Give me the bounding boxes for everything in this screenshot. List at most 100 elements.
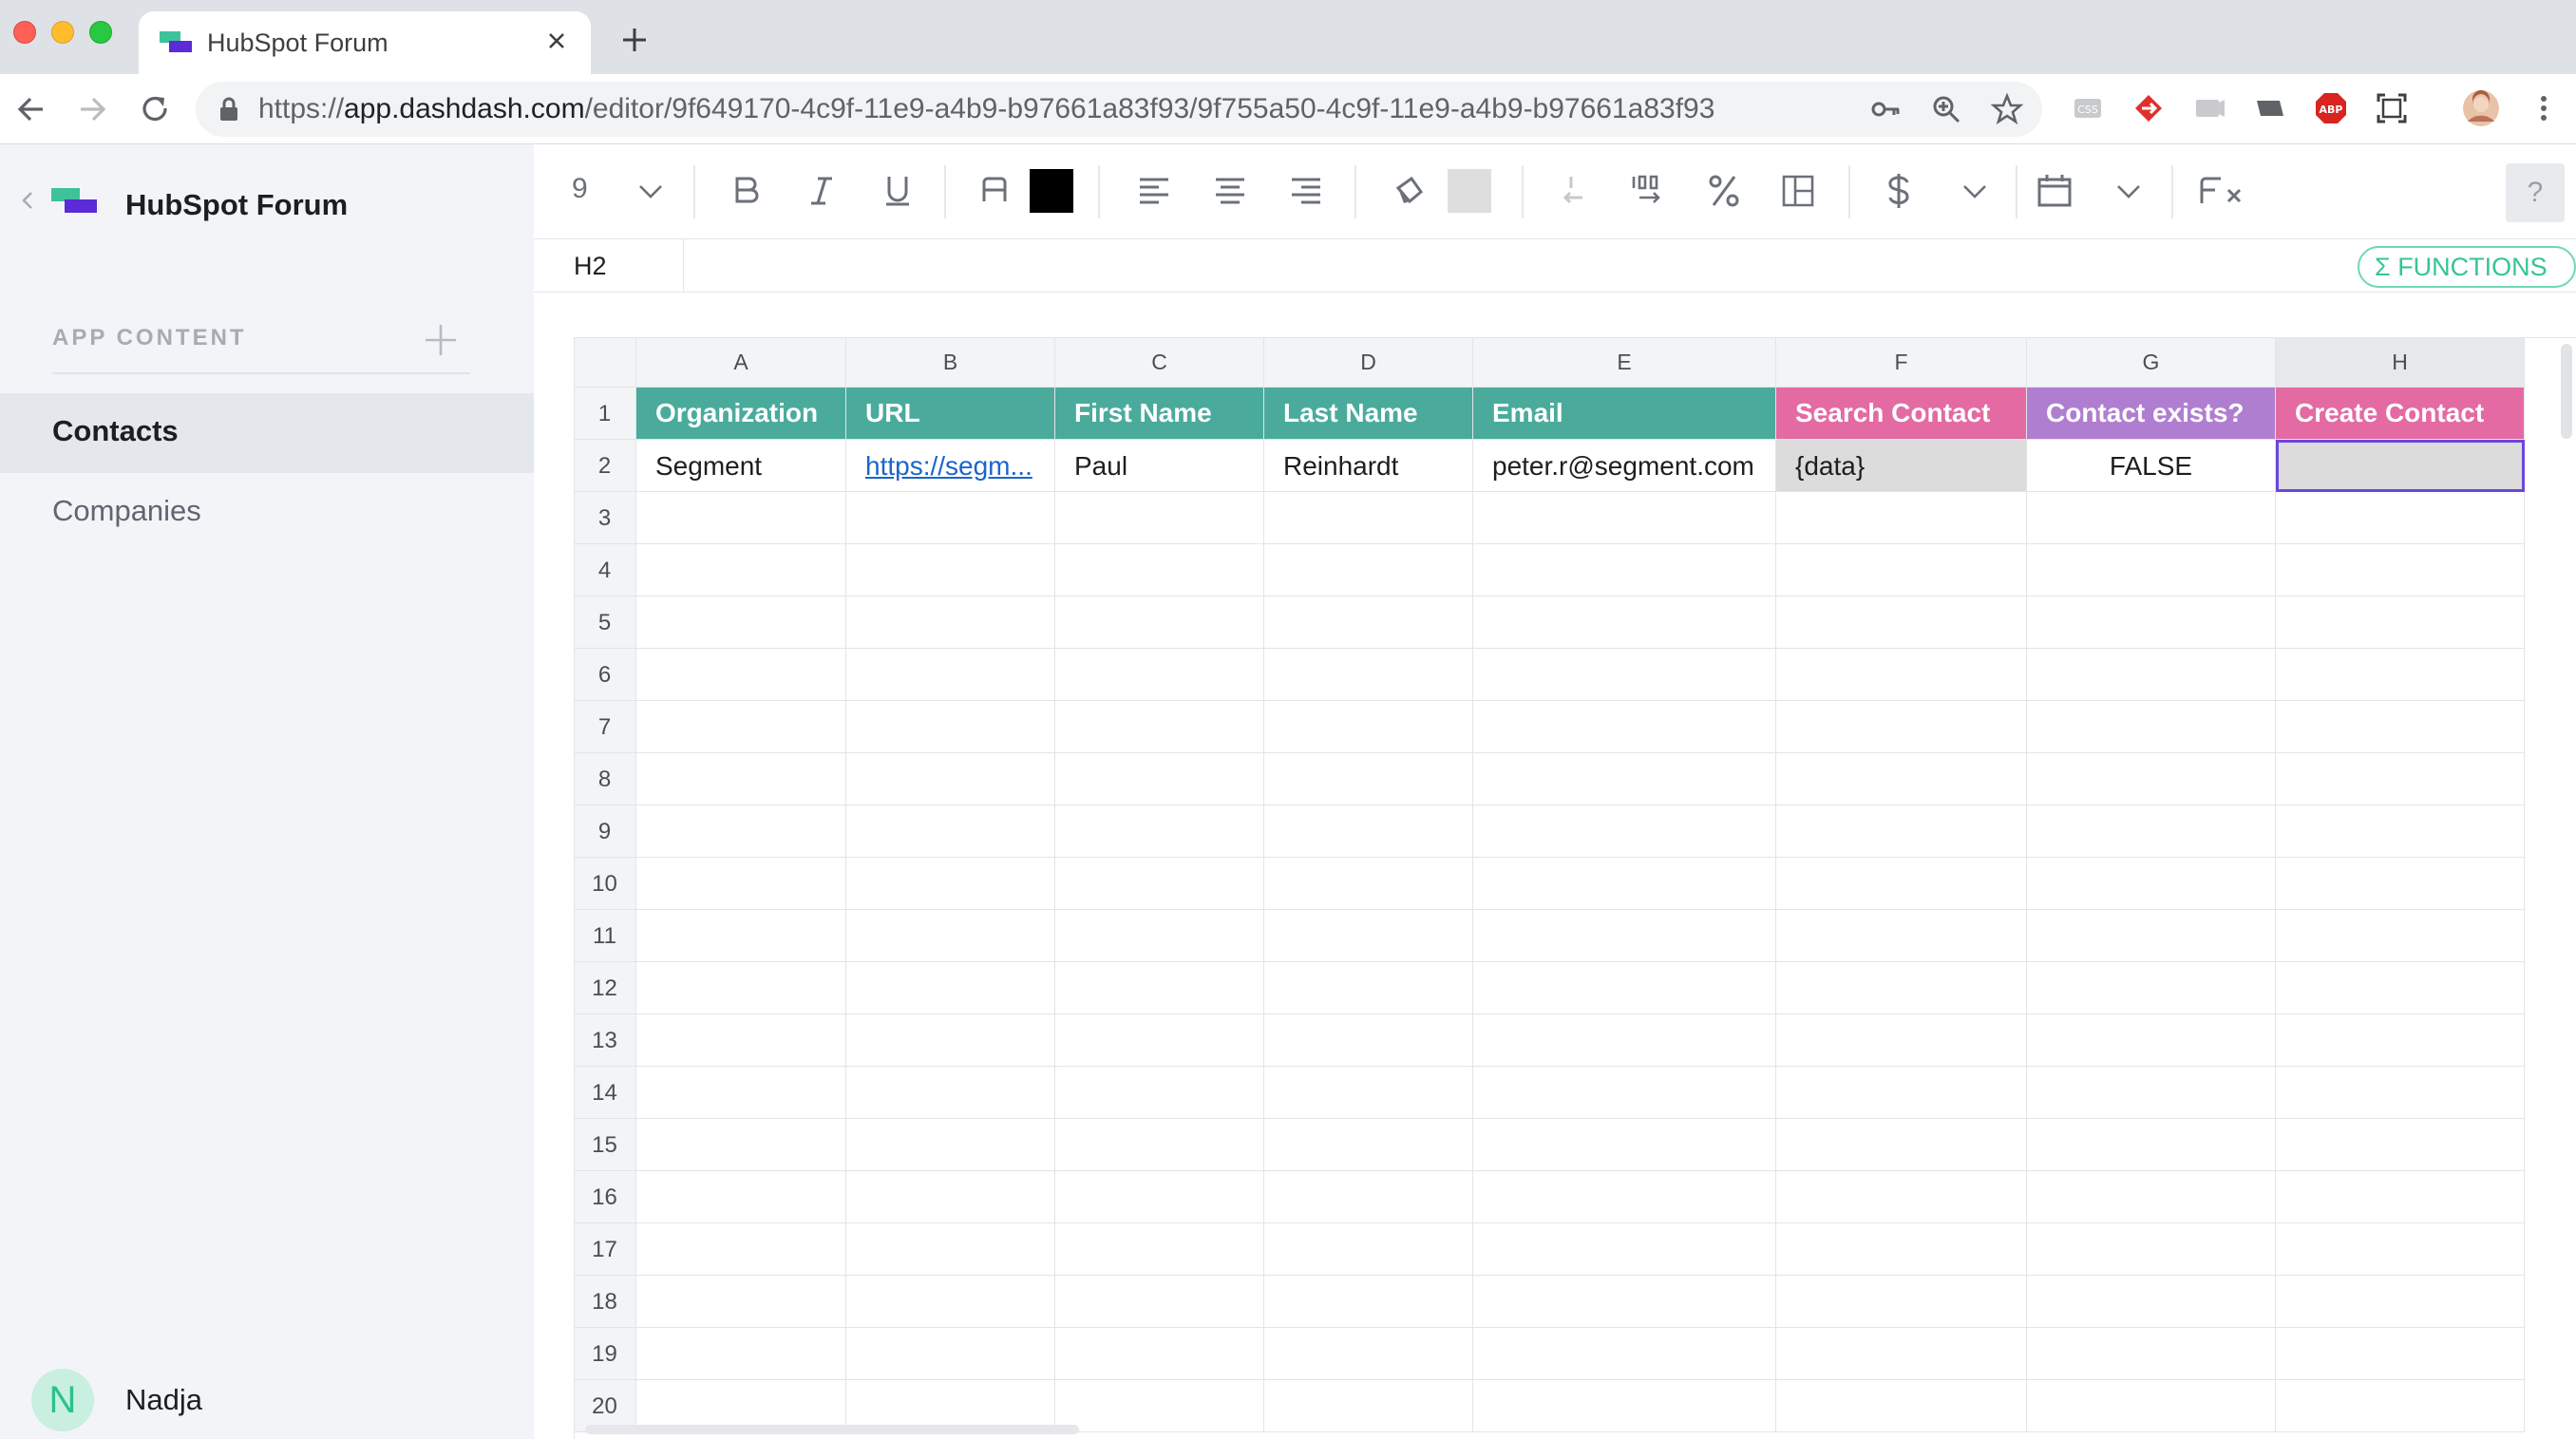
cell-a18[interactable] — [636, 1276, 846, 1328]
cell-f9[interactable] — [1776, 805, 2027, 858]
header-cell-f[interactable]: Search Contact — [1776, 388, 2027, 440]
address-bar[interactable]: https://app.dashdash.com/editor/9f649170… — [196, 82, 2042, 137]
underline-icon[interactable] — [876, 169, 919, 213]
column-header-c[interactable]: C — [1055, 337, 1264, 388]
cell-b10[interactable] — [846, 858, 1055, 910]
cell-c11[interactable] — [1055, 910, 1264, 962]
cell-e4[interactable] — [1473, 544, 1776, 596]
cell-h11[interactable] — [2276, 910, 2525, 962]
cell-b5[interactable] — [846, 596, 1055, 649]
cell-d16[interactable] — [1264, 1171, 1473, 1223]
cell-e17[interactable] — [1473, 1223, 1776, 1276]
cell-c5[interactable] — [1055, 596, 1264, 649]
row-header-4[interactable]: 4 — [574, 544, 636, 596]
font-size-value[interactable]: 9 — [572, 173, 588, 205]
browser-menu-icon[interactable] — [2527, 91, 2561, 125]
cell-e15[interactable] — [1473, 1119, 1776, 1171]
cell-a5[interactable] — [636, 596, 846, 649]
cell-a15[interactable] — [636, 1119, 846, 1171]
sidebar-item-companies[interactable]: Companies — [0, 473, 534, 553]
row-header-9[interactable]: 9 — [574, 805, 636, 858]
window-minimize-button[interactable] — [51, 21, 74, 44]
row-header-11[interactable]: 11 — [574, 910, 636, 962]
screenshot-extension-icon[interactable] — [2375, 91, 2409, 125]
cell-a13[interactable] — [636, 1014, 846, 1067]
cell-f12[interactable] — [1776, 962, 2027, 1014]
screen-extension-icon[interactable] — [2192, 91, 2226, 125]
chevron-down-icon[interactable] — [2107, 169, 2150, 213]
column-header-b[interactable]: B — [846, 337, 1055, 388]
cell-e11[interactable] — [1473, 910, 1776, 962]
cell-e18[interactable] — [1473, 1276, 1776, 1328]
cell-h6[interactable] — [2276, 649, 2525, 701]
cell-f15[interactable] — [1776, 1119, 2027, 1171]
row-header-6[interactable]: 6 — [574, 649, 636, 701]
cell-g11[interactable] — [2027, 910, 2276, 962]
cell-h20[interactable] — [2276, 1380, 2525, 1432]
cell-a6[interactable] — [636, 649, 846, 701]
cell-f20[interactable] — [1776, 1380, 2027, 1432]
cell-d11[interactable] — [1264, 910, 1473, 962]
cell-d3[interactable] — [1264, 492, 1473, 544]
cell-g8[interactable] — [2027, 753, 2276, 805]
chevron-down-icon[interactable] — [629, 169, 672, 213]
cell-h14[interactable] — [2276, 1067, 2525, 1119]
cell-c15[interactable] — [1055, 1119, 1264, 1171]
cell-e8[interactable] — [1473, 753, 1776, 805]
cell-g3[interactable] — [2027, 492, 2276, 544]
cell-g4[interactable] — [2027, 544, 2276, 596]
column-header-g[interactable]: G — [2027, 337, 2276, 388]
cell-c16[interactable] — [1055, 1171, 1264, 1223]
cell-c7[interactable] — [1055, 701, 1264, 753]
cell-h17[interactable] — [2276, 1223, 2525, 1276]
cell-g13[interactable] — [2027, 1014, 2276, 1067]
cell-a8[interactable] — [636, 753, 846, 805]
cell-h10[interactable] — [2276, 858, 2525, 910]
cell-b15[interactable] — [846, 1119, 1055, 1171]
cell-b17[interactable] — [846, 1223, 1055, 1276]
cell-a17[interactable] — [636, 1223, 846, 1276]
add-content-icon[interactable] — [422, 321, 460, 359]
calendar-icon[interactable] — [2033, 169, 2076, 213]
cell-f13[interactable] — [1776, 1014, 2027, 1067]
header-cell-d[interactable]: Last Name — [1264, 388, 1473, 440]
cell-e14[interactable] — [1473, 1067, 1776, 1119]
cell-g10[interactable] — [2027, 858, 2276, 910]
align-right-icon[interactable] — [1284, 169, 1328, 213]
cell-b7[interactable] — [846, 701, 1055, 753]
forward-arrow-icon[interactable] — [72, 89, 112, 129]
number-format-icon[interactable] — [1776, 169, 1820, 213]
row-header-5[interactable]: 5 — [574, 596, 636, 649]
cell-g18[interactable] — [2027, 1276, 2276, 1328]
cell-e6[interactable] — [1473, 649, 1776, 701]
fill-color-icon[interactable] — [1389, 169, 1432, 213]
cell-g12[interactable] — [2027, 962, 2276, 1014]
cell-d13[interactable] — [1264, 1014, 1473, 1067]
align-left-icon[interactable] — [1132, 169, 1176, 213]
row-header-14[interactable]: 14 — [574, 1067, 636, 1119]
cell-g14[interactable] — [2027, 1067, 2276, 1119]
clear-formatting-icon[interactable] — [2194, 169, 2251, 213]
key-icon[interactable] — [1869, 93, 1902, 125]
new-tab-icon[interactable] — [617, 23, 652, 57]
cell-c2[interactable]: Paul — [1055, 440, 1264, 492]
horizontal-scrollbar[interactable] — [585, 1425, 1079, 1434]
cell-f19[interactable] — [1776, 1328, 2027, 1380]
cell-f5[interactable] — [1776, 596, 2027, 649]
cell-g19[interactable] — [2027, 1328, 2276, 1380]
cell-b14[interactable] — [846, 1067, 1055, 1119]
red-arrows-extension-icon[interactable] — [2131, 91, 2166, 125]
cell-d19[interactable] — [1264, 1328, 1473, 1380]
reload-icon[interactable] — [135, 89, 175, 129]
align-center-icon[interactable] — [1208, 169, 1252, 213]
cell-b9[interactable] — [846, 805, 1055, 858]
window-close-button[interactable] — [13, 21, 36, 44]
cell-b12[interactable] — [846, 962, 1055, 1014]
bold-icon[interactable] — [724, 169, 767, 213]
cell-c9[interactable] — [1055, 805, 1264, 858]
increase-decimal-icon[interactable] — [1626, 169, 1670, 213]
cell-a10[interactable] — [636, 858, 846, 910]
cell-d14[interactable] — [1264, 1067, 1473, 1119]
header-cell-c[interactable]: First Name — [1055, 388, 1264, 440]
chevron-down-icon[interactable] — [1953, 169, 1997, 213]
